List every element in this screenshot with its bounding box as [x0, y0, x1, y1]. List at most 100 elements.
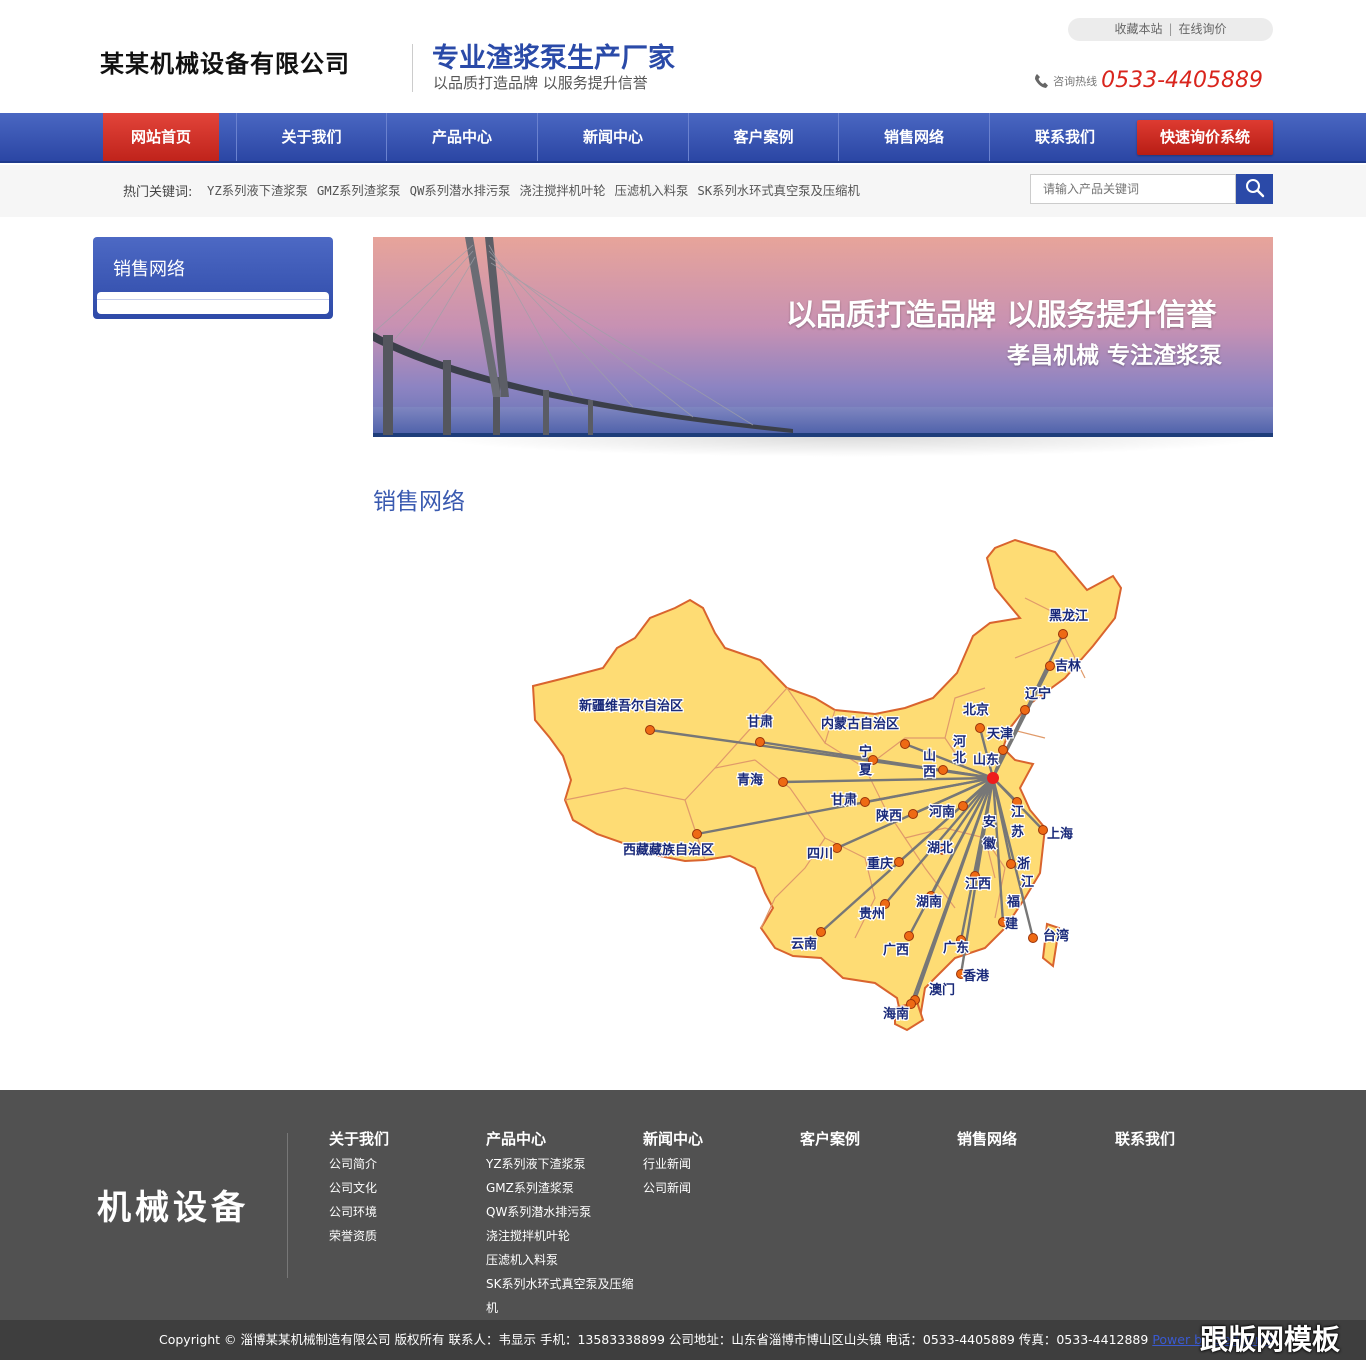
province-label: 湖南 [916, 894, 942, 910]
nav-contact[interactable]: 联系我们 [989, 113, 1140, 161]
footer-link[interactable]: SK系列水环式真空泵及压缩机 [486, 1272, 636, 1320]
banner-headline: 以品质打造品牌 以服务提升信誉 [786, 298, 1217, 333]
top-links-separator: | [1168, 22, 1173, 36]
province-label: 湖北 [927, 841, 953, 856]
province-label: 新疆维吾尔自治区 [579, 698, 683, 714]
location-dot [900, 739, 910, 749]
footer-col-title[interactable]: 产品中心 [486, 1128, 636, 1150]
watermark: 跟版网模板 [1200, 1323, 1341, 1356]
keyword-link[interactable]: YZ系列液下渣浆泵 [207, 184, 308, 198]
province-label: 西藏藏族自治区 [623, 842, 714, 858]
province-label: 北 [953, 751, 966, 766]
china-map-shape [531, 538, 1123, 1028]
province-label: 贵州 [859, 906, 885, 922]
header-divider [412, 44, 413, 92]
online-inquiry-link[interactable]: 在线询价 [1179, 22, 1227, 36]
location-dot [692, 829, 702, 839]
footer-col-title[interactable]: 新闻中心 [643, 1128, 793, 1150]
province-label: 黑龙江 [1049, 608, 1088, 624]
keyword-link[interactable]: QW系列潜水排污泵 [410, 184, 511, 198]
hotline: 咨询热线 0533-4405889 [1034, 68, 1263, 98]
keyword-link[interactable]: GMZ系列渣浆泵 [317, 184, 401, 198]
location-dot [816, 927, 826, 937]
province-label: 山东 [973, 752, 999, 768]
province-label: 甘肃 [747, 714, 773, 730]
location-dot [778, 777, 788, 787]
province-label: 西 [923, 765, 936, 780]
province-label: 辽宁 [1025, 686, 1051, 702]
keyword-link[interactable]: 浇注搅拌机叶轮 [519, 184, 605, 198]
footer-link[interactable]: 行业新闻 [643, 1152, 793, 1176]
nav-products[interactable]: 产品中心 [386, 113, 537, 161]
province-label: 福 [1006, 894, 1020, 910]
location-dot [832, 843, 842, 853]
province-label: 北京 [963, 702, 989, 718]
footer-link[interactable]: 压滤机入料泵 [486, 1248, 636, 1272]
nav-about[interactable]: 关于我们 [236, 113, 386, 161]
sales-network-map: 黑龙江吉林辽宁北京天津河北 山东内蒙古自治区新疆维吾尔自治区甘肃宁夏山西青海甘肃陕… [531, 538, 1123, 1032]
province-label: 台湾 [1043, 928, 1069, 944]
footer-col-contact: 联系我们 [1115, 1128, 1265, 1152]
footer-link[interactable]: QW系列潜水排污泵 [486, 1200, 636, 1224]
footer-col-title[interactable]: 销售网络 [957, 1128, 1107, 1150]
hotline-number: 0533-4405889 [1101, 68, 1263, 93]
phone-icon [1035, 73, 1048, 88]
footer-link[interactable]: YZ系列液下渣浆泵 [486, 1152, 636, 1176]
keyword-link[interactable]: 压滤机入料泵 [615, 184, 689, 198]
nav-cases[interactable]: 客户案例 [688, 113, 838, 161]
banner-shadow [430, 437, 1273, 457]
footer-logo: 机械设备 [97, 1188, 249, 1228]
banner-subline: 孝昌机械 专注渣浆泵 [1007, 342, 1223, 369]
location-dot [1045, 661, 1055, 671]
copyright-bar: Copyright © 淄博某某机械制造有限公司 版权所有 联系人：韦显示 手机… [0, 1320, 1366, 1360]
location-dot [894, 857, 904, 867]
footer-link[interactable]: 公司新闻 [643, 1176, 793, 1200]
copyright-text: Copyright © 淄博某某机械制造有限公司 版权所有 联系人：韦显示 手机… [159, 1332, 1153, 1347]
footer-col-about: 关于我们 公司简介 公司文化 公司环境 荣誉资质 [329, 1128, 479, 1248]
footer-link[interactable]: 公司简介 [329, 1152, 479, 1176]
province-label: 上海 [1047, 826, 1073, 842]
page-title: 销售网络 [373, 489, 465, 515]
location-dot [938, 765, 948, 775]
province-label: 重庆 [867, 856, 893, 872]
footer-divider [287, 1133, 288, 1278]
footer-col-news: 新闻中心 行业新闻 公司新闻 [643, 1128, 793, 1200]
location-dot [755, 737, 765, 747]
province-label: 安 [983, 814, 996, 830]
slogan-main: 专业渣浆泵生产厂家 [432, 43, 675, 74]
location-dot [1020, 705, 1030, 715]
company-logo[interactable]: 某某机械设备有限公司 [100, 44, 350, 79]
province-label: 徽 [982, 836, 997, 852]
location-dot [904, 931, 914, 941]
nav-home[interactable]: 网站首页 [103, 113, 219, 161]
nav-sales-network[interactable]: 销售网络 [838, 113, 989, 161]
search-button[interactable] [1236, 174, 1273, 204]
hot-keywords-label: 热门关键词: [123, 185, 193, 200]
nav-news[interactable]: 新闻中心 [537, 113, 688, 161]
footer-col-title[interactable]: 关于我们 [329, 1128, 479, 1150]
sidebar-divider [97, 299, 329, 300]
location-dot [860, 797, 870, 807]
footer-link[interactable]: GMZ系列渣浆泵 [486, 1176, 636, 1200]
province-label: 夏 [858, 763, 873, 778]
footer-link[interactable]: 公司环境 [329, 1200, 479, 1224]
footer-link[interactable]: 荣誉资质 [329, 1224, 479, 1248]
province-label: 建 [1005, 916, 1018, 932]
search-input[interactable] [1030, 174, 1236, 204]
province-label: 天津 [987, 726, 1013, 742]
location-dot [1006, 859, 1016, 869]
bookmark-link[interactable]: 收藏本站 [1114, 22, 1162, 36]
province-label: 河 [953, 734, 966, 750]
province-label: 江西 [965, 876, 991, 892]
footer-col-title[interactable]: 联系我们 [1115, 1128, 1265, 1150]
keyword-link[interactable]: SK系列水环式真空泵及压缩机 [697, 184, 859, 198]
location-dot [1028, 933, 1038, 943]
footer-col-products: 产品中心 YZ系列液下渣浆泵 GMZ系列渣浆泵 QW系列潜水排污泵 浇注搅拌机叶… [486, 1128, 636, 1320]
quick-quote-button[interactable]: 快速询价系统 [1137, 120, 1273, 155]
province-label: 广东 [943, 940, 969, 956]
footer-col-title[interactable]: 客户案例 [800, 1128, 950, 1150]
footer-link[interactable]: 公司文化 [329, 1176, 479, 1200]
footer-link[interactable]: 浇注搅拌机叶轮 [486, 1224, 636, 1248]
province-label: 甘肃 [831, 792, 857, 808]
location-dot [908, 809, 918, 819]
